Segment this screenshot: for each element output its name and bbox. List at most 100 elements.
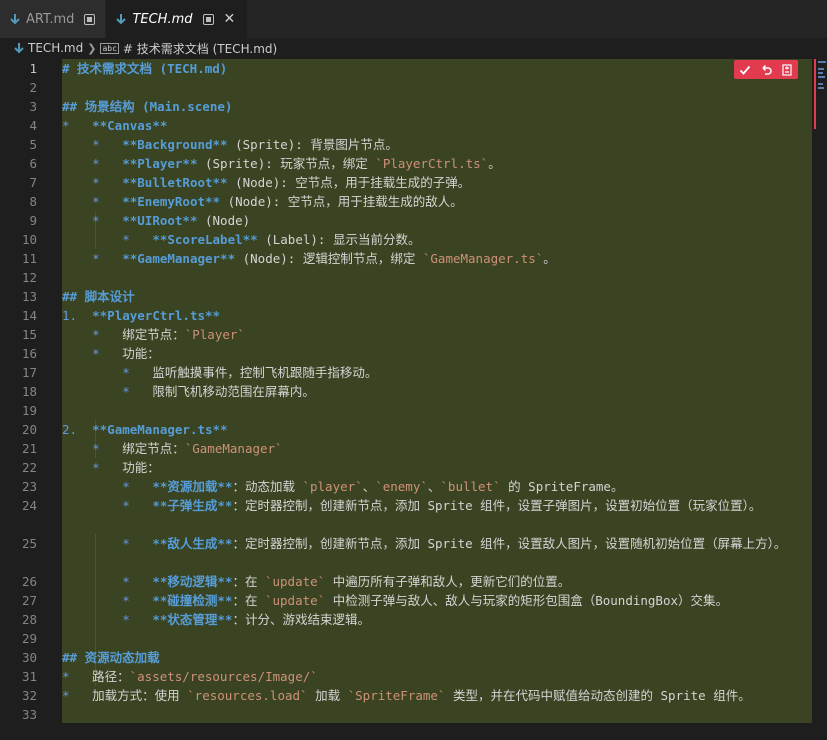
inline-code: `update` bbox=[264, 574, 326, 589]
inline-code: `player` bbox=[302, 479, 363, 494]
line-text: ：定时器控制，创建新节点，添加 Sprite 组件，设置子弹图片，设置初始位置（… bbox=[232, 498, 762, 513]
line-text: 功能： bbox=[122, 346, 160, 361]
tab-art-md[interactable]: ART.md bbox=[0, 0, 107, 38]
code-line-28: * **状态管理**：计分、游戏结束逻辑。 bbox=[62, 610, 370, 629]
line-text: ：在 bbox=[232, 574, 265, 589]
line-text: (Node): 空节点，用于挂载生成的敌人。 bbox=[220, 194, 463, 209]
code-line-14: 1. **PlayerCtrl.ts** bbox=[62, 306, 220, 325]
bold-text: **EnemyRoot** bbox=[122, 194, 221, 209]
line-text: 。 bbox=[488, 156, 501, 171]
bold-text: **状态管理** bbox=[152, 612, 233, 627]
inline-diff-actions bbox=[734, 60, 798, 79]
line-number: 16 bbox=[21, 346, 37, 361]
code-line-24: * **子弹生成**：定时器控制，创建新节点，添加 Sprite 组件，设置子弹… bbox=[62, 496, 810, 534]
editor[interactable]: 1 2 3 4 5 6 7 8 9 10 11 12 13 14 15 16 17 18 19 20 21 22 23 24 2… bbox=[0, 59, 827, 740]
breadcrumb-symbol[interactable]: # 技术需求文档 (TECH.md) bbox=[123, 40, 277, 57]
bold-text: **敌人生成** bbox=[152, 536, 233, 551]
line-text: 监听触摸事件，控制飞机跟随手指移动。 bbox=[152, 365, 378, 380]
line-number: 4 bbox=[29, 118, 37, 133]
minimap[interactable] bbox=[812, 59, 827, 740]
breadcrumb-file[interactable]: TECH.md bbox=[28, 41, 83, 55]
line-text: 绑定节点： bbox=[122, 441, 185, 456]
inline-code: `bullet` bbox=[440, 479, 501, 494]
line-text: (Node): 逻辑控制节点，绑定 bbox=[235, 251, 423, 266]
code-line-7: * **BulletRoot** (Node): 空节点，用于挂载生成的子弹。 bbox=[62, 173, 470, 192]
markdown-file-icon bbox=[14, 42, 24, 54]
inline-code: `SpriteFrame` bbox=[347, 688, 446, 703]
bullet: * bbox=[92, 327, 100, 342]
line-number: 19 bbox=[21, 403, 37, 418]
bullet: * bbox=[122, 574, 130, 589]
tab-bar: ART.md TECH.md ✕ bbox=[0, 0, 827, 38]
accept-icon[interactable] bbox=[737, 62, 753, 78]
line-number: 32 bbox=[21, 688, 37, 703]
line-number: 27 bbox=[21, 593, 37, 608]
inline-code: `Player` bbox=[184, 327, 245, 342]
bold-text: **UIRoot** bbox=[122, 213, 198, 228]
bullet: * bbox=[92, 194, 100, 209]
line-text: (Sprite): 背景图片节点。 bbox=[227, 137, 398, 152]
line-text: (Node) bbox=[197, 213, 251, 228]
list-number: 2. bbox=[62, 422, 78, 437]
line-text: ：定时器控制，创建新节点，添加 Sprite 组件，设置敌人图片，设置随机初始位… bbox=[232, 536, 787, 551]
minimap-line bbox=[818, 61, 826, 63]
bullet: * bbox=[92, 156, 100, 171]
minimap-line bbox=[818, 87, 824, 89]
code-line-32: * 加载方式：使用 `resources.load` 加载 `SpriteFra… bbox=[62, 686, 751, 705]
unsaved-indicator-icon[interactable] bbox=[84, 13, 96, 25]
bullet: * bbox=[122, 384, 130, 399]
code-line-9: * **UIRoot** (Node) bbox=[62, 211, 250, 230]
breadcrumb: TECH.md ❯ abc # 技术需求文档 (TECH.md) bbox=[0, 38, 827, 58]
line-number: 33 bbox=[21, 707, 37, 722]
inline-code: `assets/resources/Image/` bbox=[129, 669, 318, 684]
bullet: * bbox=[122, 365, 130, 380]
bold-text: **Background** bbox=[122, 137, 228, 152]
inline-code: `GameManager.ts` bbox=[422, 251, 544, 266]
bullet: * bbox=[62, 688, 70, 703]
bold-text: **Canvas** bbox=[92, 118, 168, 133]
line-number: 31 bbox=[21, 669, 37, 684]
line-number: 30 bbox=[21, 650, 37, 665]
line-text: 加载方式：使用 bbox=[92, 688, 188, 703]
code-line-27: * **碰撞检测**：在 `update` 中检测子弹与敌人、敌人与玩家的矩形包… bbox=[62, 591, 728, 610]
line-number: 23 bbox=[21, 479, 37, 494]
line-text: 中遍历所有子弹和敌人，更新它们的位置。 bbox=[325, 574, 571, 589]
line-number: 3 bbox=[29, 99, 37, 114]
bullet: * bbox=[92, 137, 100, 152]
line-number: 17 bbox=[21, 365, 37, 380]
tab-tech-md[interactable]: TECH.md ✕ bbox=[106, 0, 249, 38]
bold-text: **PlayerCtrl.ts** bbox=[92, 308, 221, 323]
close-icon[interactable]: ✕ bbox=[224, 11, 236, 27]
line-number: 10 bbox=[21, 232, 37, 247]
line-number: 2 bbox=[29, 80, 37, 95]
minimap-line bbox=[818, 72, 823, 74]
minimap-line bbox=[818, 68, 824, 70]
bullet: * bbox=[122, 498, 130, 513]
diff-icon[interactable] bbox=[779, 62, 795, 78]
line-number: 12 bbox=[21, 270, 37, 285]
code-line-18: * 限制飞机移动范围在屏幕内。 bbox=[62, 382, 315, 401]
undo-icon[interactable] bbox=[758, 62, 774, 78]
line-text: ：在 bbox=[232, 593, 265, 608]
bullet: * bbox=[92, 213, 100, 228]
unsaved-indicator-icon[interactable] bbox=[202, 13, 214, 25]
bullet: * bbox=[122, 232, 130, 247]
list-number: 1. bbox=[62, 308, 78, 323]
line-number: 29 bbox=[21, 631, 37, 646]
minimap-change-marker bbox=[814, 59, 816, 129]
bold-text: **碰撞检测** bbox=[152, 593, 233, 608]
line-number: 7 bbox=[29, 175, 37, 190]
bullet: * bbox=[122, 536, 130, 551]
line-number: 6 bbox=[29, 156, 37, 171]
bullet: * bbox=[92, 460, 100, 475]
heading-text: ## 资源动态加载 bbox=[62, 650, 160, 665]
markdown-file-icon bbox=[10, 13, 20, 25]
bullet: * bbox=[92, 346, 100, 361]
line-text: 限制飞机移动范围在屏幕内。 bbox=[152, 384, 315, 399]
markdown-file-icon bbox=[116, 13, 127, 25]
line-text: 功能： bbox=[122, 460, 160, 475]
line-text: 加载 bbox=[307, 688, 348, 703]
code-line-21: * 绑定节点：`GameManager` bbox=[62, 439, 282, 458]
tab-label: TECH.md bbox=[132, 11, 193, 27]
code-line-31: * 路径：`assets/resources/Image/` bbox=[62, 667, 318, 686]
